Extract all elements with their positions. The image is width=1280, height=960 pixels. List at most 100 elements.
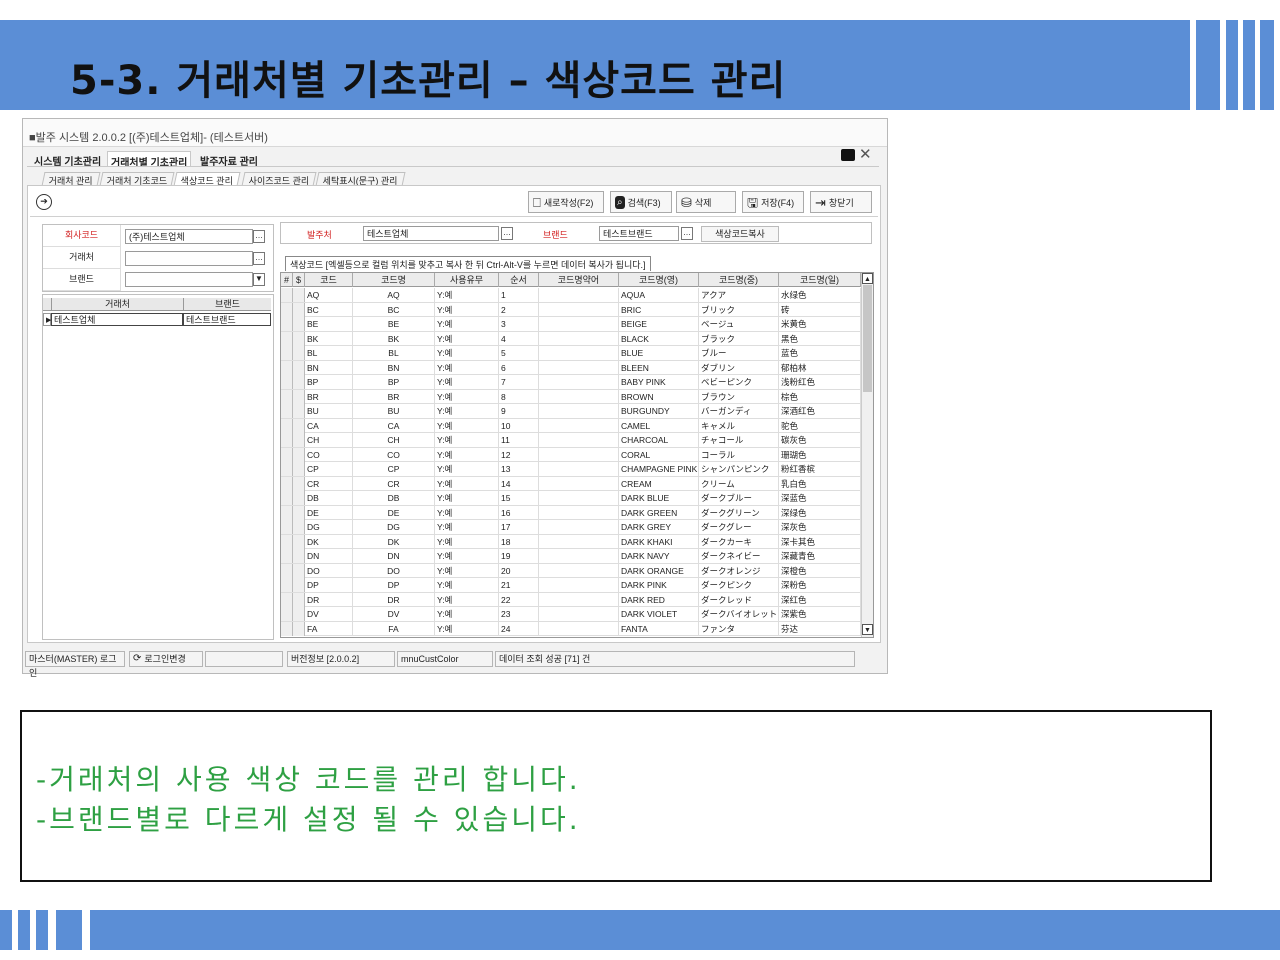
cell-name-cn[interactable]: ダークネイビー	[699, 549, 779, 563]
cell-code-name[interactable]: DO	[353, 563, 435, 578]
cell-code[interactable]: CR	[305, 476, 353, 491]
cell-name-en[interactable]: FANTA	[619, 621, 699, 636]
cell-code[interactable]: FA	[305, 621, 353, 636]
cell-code[interactable]: DR	[305, 592, 353, 607]
cell-name-jp[interactable]: 水绿色	[779, 288, 861, 302]
cell-name-en[interactable]: BLACK	[619, 331, 699, 346]
cell-abbr[interactable]	[539, 447, 619, 462]
row-header[interactable]	[281, 549, 293, 563]
save-button[interactable]: 🖫 저장(F4)	[742, 191, 804, 213]
cell-name-en[interactable]: DARK NAVY	[619, 549, 699, 563]
row-header[interactable]	[281, 360, 293, 375]
table-row[interactable]: BC BC Y:예 2 BRIC ブリック砖	[281, 302, 861, 317]
cell-use[interactable]: Y:예	[435, 520, 499, 534]
cell-order[interactable]: 20	[499, 563, 539, 578]
cell-use[interactable]: Y:예	[435, 447, 499, 462]
cell-name-jp[interactable]: 深灰色	[779, 520, 861, 534]
cell-abbr[interactable]	[539, 346, 619, 360]
cell-name-en[interactable]: DARK BLUE	[619, 491, 699, 505]
cell-order[interactable]: 2	[499, 302, 539, 317]
cell-code-name[interactable]: CH	[353, 433, 435, 447]
table-row[interactable]: AQ AQ Y:예 1 AQUA アクア 水绿色	[281, 288, 861, 303]
cell-name-cn[interactable]: チャコール	[699, 433, 779, 447]
subtab-customer[interactable]: 거래처 관리	[41, 172, 101, 186]
brand-select[interactable]	[125, 272, 253, 287]
cell-abbr[interactable]	[539, 592, 619, 607]
cell-order[interactable]: 15	[499, 491, 539, 505]
table-row[interactable]: CO CO Y:예 12 CORAL コーラル 珊瑚色	[281, 447, 861, 462]
table-row[interactable]: CP CP Y:예 13 CHAMPAGNE PINK シャンパンピンク 粉红香槟	[281, 462, 861, 477]
cell-use[interactable]: Y:예	[435, 462, 499, 476]
cell-order[interactable]: 7	[499, 375, 539, 389]
row-header[interactable]	[281, 433, 293, 447]
row-header[interactable]	[281, 563, 293, 578]
row-header[interactable]	[281, 621, 293, 636]
row-header[interactable]	[281, 520, 293, 534]
cell-order[interactable]: 23	[499, 607, 539, 621]
cell-name-cn[interactable]: キャメル	[699, 418, 779, 433]
cell-abbr[interactable]	[539, 462, 619, 476]
cell-name-jp[interactable]: 芬达	[779, 621, 861, 636]
cell-order[interactable]: 6	[499, 360, 539, 375]
row-header[interactable]	[281, 505, 293, 520]
cell-name-cn[interactable]: ブリック	[699, 302, 779, 317]
table-row[interactable]: CH CH Y:예 11 CHARCOAL チャコール 碳灰色	[281, 433, 861, 448]
table-row[interactable]: ▶ 테스트업체 테스트브랜드	[43, 313, 271, 326]
table-row[interactable]: BP BP Y:예 7 BABY PINK ベビーピンク 浅粉红色	[281, 375, 861, 390]
cell-code-name[interactable]: CA	[353, 418, 435, 433]
cell-code-name[interactable]: DP	[353, 578, 435, 592]
cell-code-name[interactable]: FA	[353, 621, 435, 636]
cell-name-cn[interactable]: ベビーピンク	[699, 375, 779, 389]
cell-use[interactable]: Y:예	[435, 476, 499, 491]
run-icon[interactable]: ➔	[36, 194, 52, 210]
cell-code[interactable]: CO	[305, 447, 353, 462]
cell-code-name[interactable]: DN	[353, 549, 435, 563]
cell-code[interactable]: BL	[305, 346, 353, 360]
row-header[interactable]	[281, 331, 293, 346]
table-row[interactable]: BN BN Y:예 6 BLEEN ダブリン 郁柏林	[281, 360, 861, 375]
row-header[interactable]	[281, 476, 293, 491]
copy-color-code-button[interactable]: 색상코드복사	[701, 226, 779, 242]
cell-abbr[interactable]	[539, 331, 619, 346]
row-header[interactable]	[281, 462, 293, 476]
cell-order[interactable]: 1	[499, 288, 539, 302]
cell-order[interactable]: 18	[499, 534, 539, 549]
cell-name-cn[interactable]: ブラック	[699, 331, 779, 346]
cell-order[interactable]: 14	[499, 476, 539, 491]
cell-name-jp[interactable]: 深藏青色	[779, 549, 861, 563]
row-header[interactable]	[281, 404, 293, 418]
cell-code-name[interactable]: CR	[353, 476, 435, 491]
cell-code[interactable]: BR	[305, 389, 353, 404]
cell-name-en[interactable]: CHAMPAGNE PINK	[619, 462, 699, 476]
cell-name-cn[interactable]: ダークグリーン	[699, 505, 779, 520]
cell-code[interactable]: BK	[305, 331, 353, 346]
cell-order[interactable]: 21	[499, 578, 539, 592]
table-row[interactable]: DV DV Y:예 23 DARK VIOLET ダークバイオレット 深紫色	[281, 607, 861, 622]
cell-code-name[interactable]: BP	[353, 375, 435, 389]
cell-name-cn[interactable]: ファンタ	[699, 621, 779, 636]
table-row[interactable]: DG DG Y:예 17 DARK GREY ダークグレー 深灰色	[281, 520, 861, 535]
cell-name-cn[interactable]: シャンパンピンク	[699, 462, 779, 476]
cell-name-jp[interactable]: 深绿色	[779, 505, 861, 520]
right-brand-field[interactable]: 테스트브랜드	[599, 226, 679, 241]
row-header[interactable]	[281, 346, 293, 360]
cell-name-jp[interactable]: 深紫色	[779, 607, 861, 621]
header-order[interactable]: 순서	[499, 273, 539, 287]
cell-name-en[interactable]: CREAM	[619, 476, 699, 491]
cell-name-en[interactable]: DARK GREEN	[619, 505, 699, 520]
cell-name-cn[interactable]: ブラウン	[699, 389, 779, 404]
cell-name-cn[interactable]: ブルー	[699, 346, 779, 360]
cell-code[interactable]: CP	[305, 462, 353, 476]
cell-abbr[interactable]	[539, 404, 619, 418]
scroll-thumb[interactable]	[863, 285, 872, 392]
cell-use[interactable]: Y:예	[435, 534, 499, 549]
cell-name-jp[interactable]: 驼色	[779, 418, 861, 433]
cell-name-en[interactable]: BURGUNDY	[619, 404, 699, 418]
header-name-jp[interactable]: 코드명(일)	[779, 273, 861, 287]
subtab-customer-code[interactable]: 거래처 기초코드	[99, 172, 175, 186]
row-header[interactable]	[281, 447, 293, 462]
cell-code[interactable]: CH	[305, 433, 353, 447]
cell-code[interactable]: BN	[305, 360, 353, 375]
cell-code-name[interactable]: DB	[353, 491, 435, 505]
cell-code-name[interactable]: BL	[353, 346, 435, 360]
